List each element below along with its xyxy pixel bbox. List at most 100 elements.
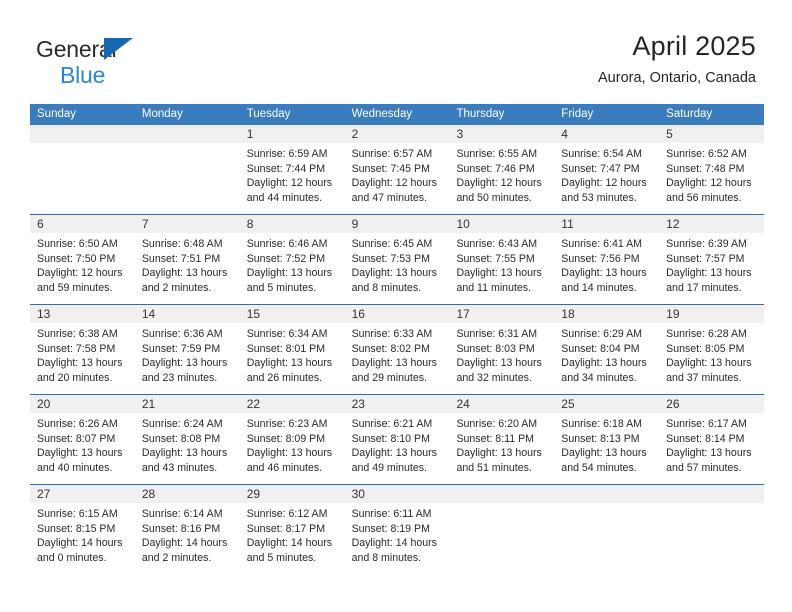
day-number: 26 (666, 397, 680, 411)
day-cell[interactable]: 22 Sunrise: 6:23 AM Sunset: 8:09 PM Dayl… (239, 395, 345, 484)
sunset-text: Sunset: 7:48 PM (666, 162, 745, 175)
day-number-band: 7 (134, 215, 240, 233)
day-cell[interactable]: 7 Sunrise: 6:48 AM Sunset: 7:51 PM Dayli… (134, 215, 240, 304)
day-cell[interactable] (659, 485, 765, 574)
day-number-band: 22 (239, 395, 345, 413)
day-cell[interactable]: 30 Sunrise: 6:11 AM Sunset: 8:19 PM Dayl… (344, 485, 450, 574)
day-cell[interactable]: 4 Sunrise: 6:54 AM Sunset: 7:47 PM Dayli… (554, 125, 660, 214)
sunset-text: Sunset: 8:04 PM (561, 342, 640, 355)
day-details: Sunrise: 6:45 AM Sunset: 7:53 PM Dayligh… (345, 233, 450, 295)
day-cell[interactable]: 1 Sunrise: 6:59 AM Sunset: 7:44 PM Dayli… (239, 125, 345, 214)
day-details: Sunrise: 6:12 AM Sunset: 8:17 PM Dayligh… (240, 503, 345, 565)
sunrise-text: Sunrise: 6:41 AM (561, 238, 642, 250)
day-cell[interactable] (30, 125, 135, 214)
sunset-text: Sunset: 7:53 PM (351, 252, 430, 265)
daylight-text-line1: Daylight: 12 hours (37, 267, 123, 280)
day-cell[interactable]: 15 Sunrise: 6:34 AM Sunset: 8:01 PM Dayl… (239, 305, 345, 394)
daylight-text-line1: Daylight: 12 hours (561, 177, 647, 190)
day-cell[interactable]: 24 Sunrise: 6:20 AM Sunset: 8:11 PM Dayl… (449, 395, 555, 484)
daylight-text-line2: and 46 minutes. (246, 461, 323, 474)
day-number-band: 29 (239, 485, 345, 503)
day-details: Sunrise: 6:26 AM Sunset: 8:07 PM Dayligh… (30, 413, 135, 475)
day-number-band (134, 125, 240, 143)
day-details: Sunrise: 6:43 AM Sunset: 7:55 PM Dayligh… (449, 233, 554, 295)
day-cell[interactable]: 14 Sunrise: 6:36 AM Sunset: 7:59 PM Dayl… (134, 305, 240, 394)
daylight-text-line2: and 5 minutes. (246, 281, 317, 294)
day-cell[interactable]: 5 Sunrise: 6:52 AM Sunset: 7:48 PM Dayli… (659, 125, 765, 214)
weekday-wednesday: Wednesday (351, 108, 413, 120)
week-row: 6 Sunrise: 6:50 AM Sunset: 7:50 PM Dayli… (30, 214, 765, 304)
day-cell[interactable]: 20 Sunrise: 6:26 AM Sunset: 8:07 PM Dayl… (30, 395, 135, 484)
day-details (30, 143, 135, 147)
day-cell[interactable]: 17 Sunrise: 6:31 AM Sunset: 8:03 PM Dayl… (449, 305, 555, 394)
day-cell[interactable]: 21 Sunrise: 6:24 AM Sunset: 8:08 PM Dayl… (134, 395, 240, 484)
sunset-text: Sunset: 7:51 PM (141, 252, 221, 265)
day-number: 16 (351, 307, 365, 321)
day-number: 4 (561, 127, 568, 141)
page-header: General Blue April 2025 Aurora, Ontario,… (0, 0, 792, 100)
day-number-band: 5 (659, 125, 765, 143)
day-cell[interactable]: 19 Sunrise: 6:28 AM Sunset: 8:05 PM Dayl… (659, 305, 765, 394)
sunrise-text: Sunrise: 6:28 AM (666, 328, 747, 340)
weekday-header-row: Sunday Monday Tuesday Wednesday Thursday… (30, 104, 764, 125)
day-cell[interactable]: 28 Sunrise: 6:14 AM Sunset: 8:16 PM Dayl… (134, 485, 240, 574)
sunset-text: Sunset: 8:19 PM (351, 522, 430, 535)
day-cell[interactable]: 9 Sunrise: 6:45 AM Sunset: 7:53 PM Dayli… (344, 215, 450, 304)
day-cell[interactable] (554, 485, 660, 574)
calendar-grid: Sunday Monday Tuesday Wednesday Thursday… (30, 104, 765, 574)
day-cell[interactable]: 2 Sunrise: 6:57 AM Sunset: 7:45 PM Dayli… (344, 125, 450, 214)
sunrise-text: Sunrise: 6:54 AM (561, 148, 642, 160)
day-number-band: 27 (30, 485, 135, 503)
day-number-band: 8 (239, 215, 345, 233)
day-number: 15 (246, 307, 261, 321)
day-cell[interactable] (449, 485, 555, 574)
day-number-band (449, 485, 555, 503)
day-cell[interactable]: 6 Sunrise: 6:50 AM Sunset: 7:50 PM Dayli… (30, 215, 135, 304)
day-cell[interactable]: 18 Sunrise: 6:29 AM Sunset: 8:04 PM Dayl… (554, 305, 660, 394)
day-details: Sunrise: 6:29 AM Sunset: 8:04 PM Dayligh… (554, 323, 659, 385)
sunrise-text: Sunrise: 6:15 AM (37, 508, 118, 520)
daylight-text-line1: Daylight: 13 hours (351, 447, 437, 460)
daylight-text-line1: Daylight: 13 hours (561, 357, 647, 370)
sunrise-text: Sunrise: 6:11 AM (351, 508, 432, 520)
sunrise-text: Sunrise: 6:26 AM (37, 418, 118, 430)
sunset-text: Sunset: 8:13 PM (561, 432, 640, 445)
day-cell[interactable]: 29 Sunrise: 6:12 AM Sunset: 8:17 PM Dayl… (239, 485, 345, 574)
day-number: 24 (456, 397, 470, 411)
day-cell[interactable]: 8 Sunrise: 6:46 AM Sunset: 7:52 PM Dayli… (239, 215, 345, 304)
daylight-text-line2: and 43 minutes. (141, 461, 218, 474)
daylight-text-line1: Daylight: 13 hours (666, 267, 752, 280)
day-cell[interactable]: 23 Sunrise: 6:21 AM Sunset: 8:10 PM Dayl… (344, 395, 450, 484)
day-number-band: 17 (449, 305, 555, 323)
weekday-sunday: Sunday (37, 108, 77, 120)
sunset-text: Sunset: 8:03 PM (456, 342, 535, 355)
day-details: Sunrise: 6:55 AM Sunset: 7:46 PM Dayligh… (449, 143, 554, 205)
daylight-text-line1: Daylight: 13 hours (561, 267, 647, 280)
day-number-band: 16 (344, 305, 450, 323)
sunset-text: Sunset: 7:46 PM (456, 162, 535, 175)
daylight-text-line2: and 11 minutes. (456, 281, 532, 294)
day-number: 19 (666, 307, 680, 321)
day-number-band: 20 (30, 395, 135, 413)
sunset-text: Sunset: 7:45 PM (351, 162, 430, 175)
day-number: 13 (37, 307, 51, 321)
daylight-text-line2: and 47 minutes. (351, 191, 427, 204)
day-cell[interactable]: 27 Sunrise: 6:15 AM Sunset: 8:15 PM Dayl… (30, 485, 135, 574)
day-cell[interactable]: 25 Sunrise: 6:18 AM Sunset: 8:13 PM Dayl… (554, 395, 660, 484)
day-cell[interactable]: 10 Sunrise: 6:43 AM Sunset: 7:55 PM Dayl… (449, 215, 555, 304)
day-cell[interactable]: 3 Sunrise: 6:55 AM Sunset: 7:46 PM Dayli… (449, 125, 555, 214)
sunset-text: Sunset: 8:07 PM (37, 432, 116, 445)
sunrise-text: Sunrise: 6:43 AM (456, 238, 538, 250)
daylight-text-line2: and 40 minutes. (37, 461, 113, 474)
day-cell[interactable] (134, 125, 240, 214)
daylight-text-line1: Daylight: 12 hours (246, 177, 333, 190)
day-number: 17 (456, 307, 470, 321)
sunrise-text: Sunrise: 6:57 AM (351, 148, 433, 160)
day-cell[interactable]: 12 Sunrise: 6:39 AM Sunset: 7:57 PM Dayl… (659, 215, 765, 304)
day-number-band: 2 (344, 125, 450, 143)
day-cell[interactable]: 13 Sunrise: 6:38 AM Sunset: 7:58 PM Dayl… (30, 305, 135, 394)
day-number-band: 14 (134, 305, 240, 323)
day-cell[interactable]: 11 Sunrise: 6:41 AM Sunset: 7:56 PM Dayl… (554, 215, 660, 304)
day-cell[interactable]: 26 Sunrise: 6:17 AM Sunset: 8:14 PM Dayl… (659, 395, 765, 484)
day-cell[interactable]: 16 Sunrise: 6:33 AM Sunset: 8:02 PM Dayl… (344, 305, 450, 394)
